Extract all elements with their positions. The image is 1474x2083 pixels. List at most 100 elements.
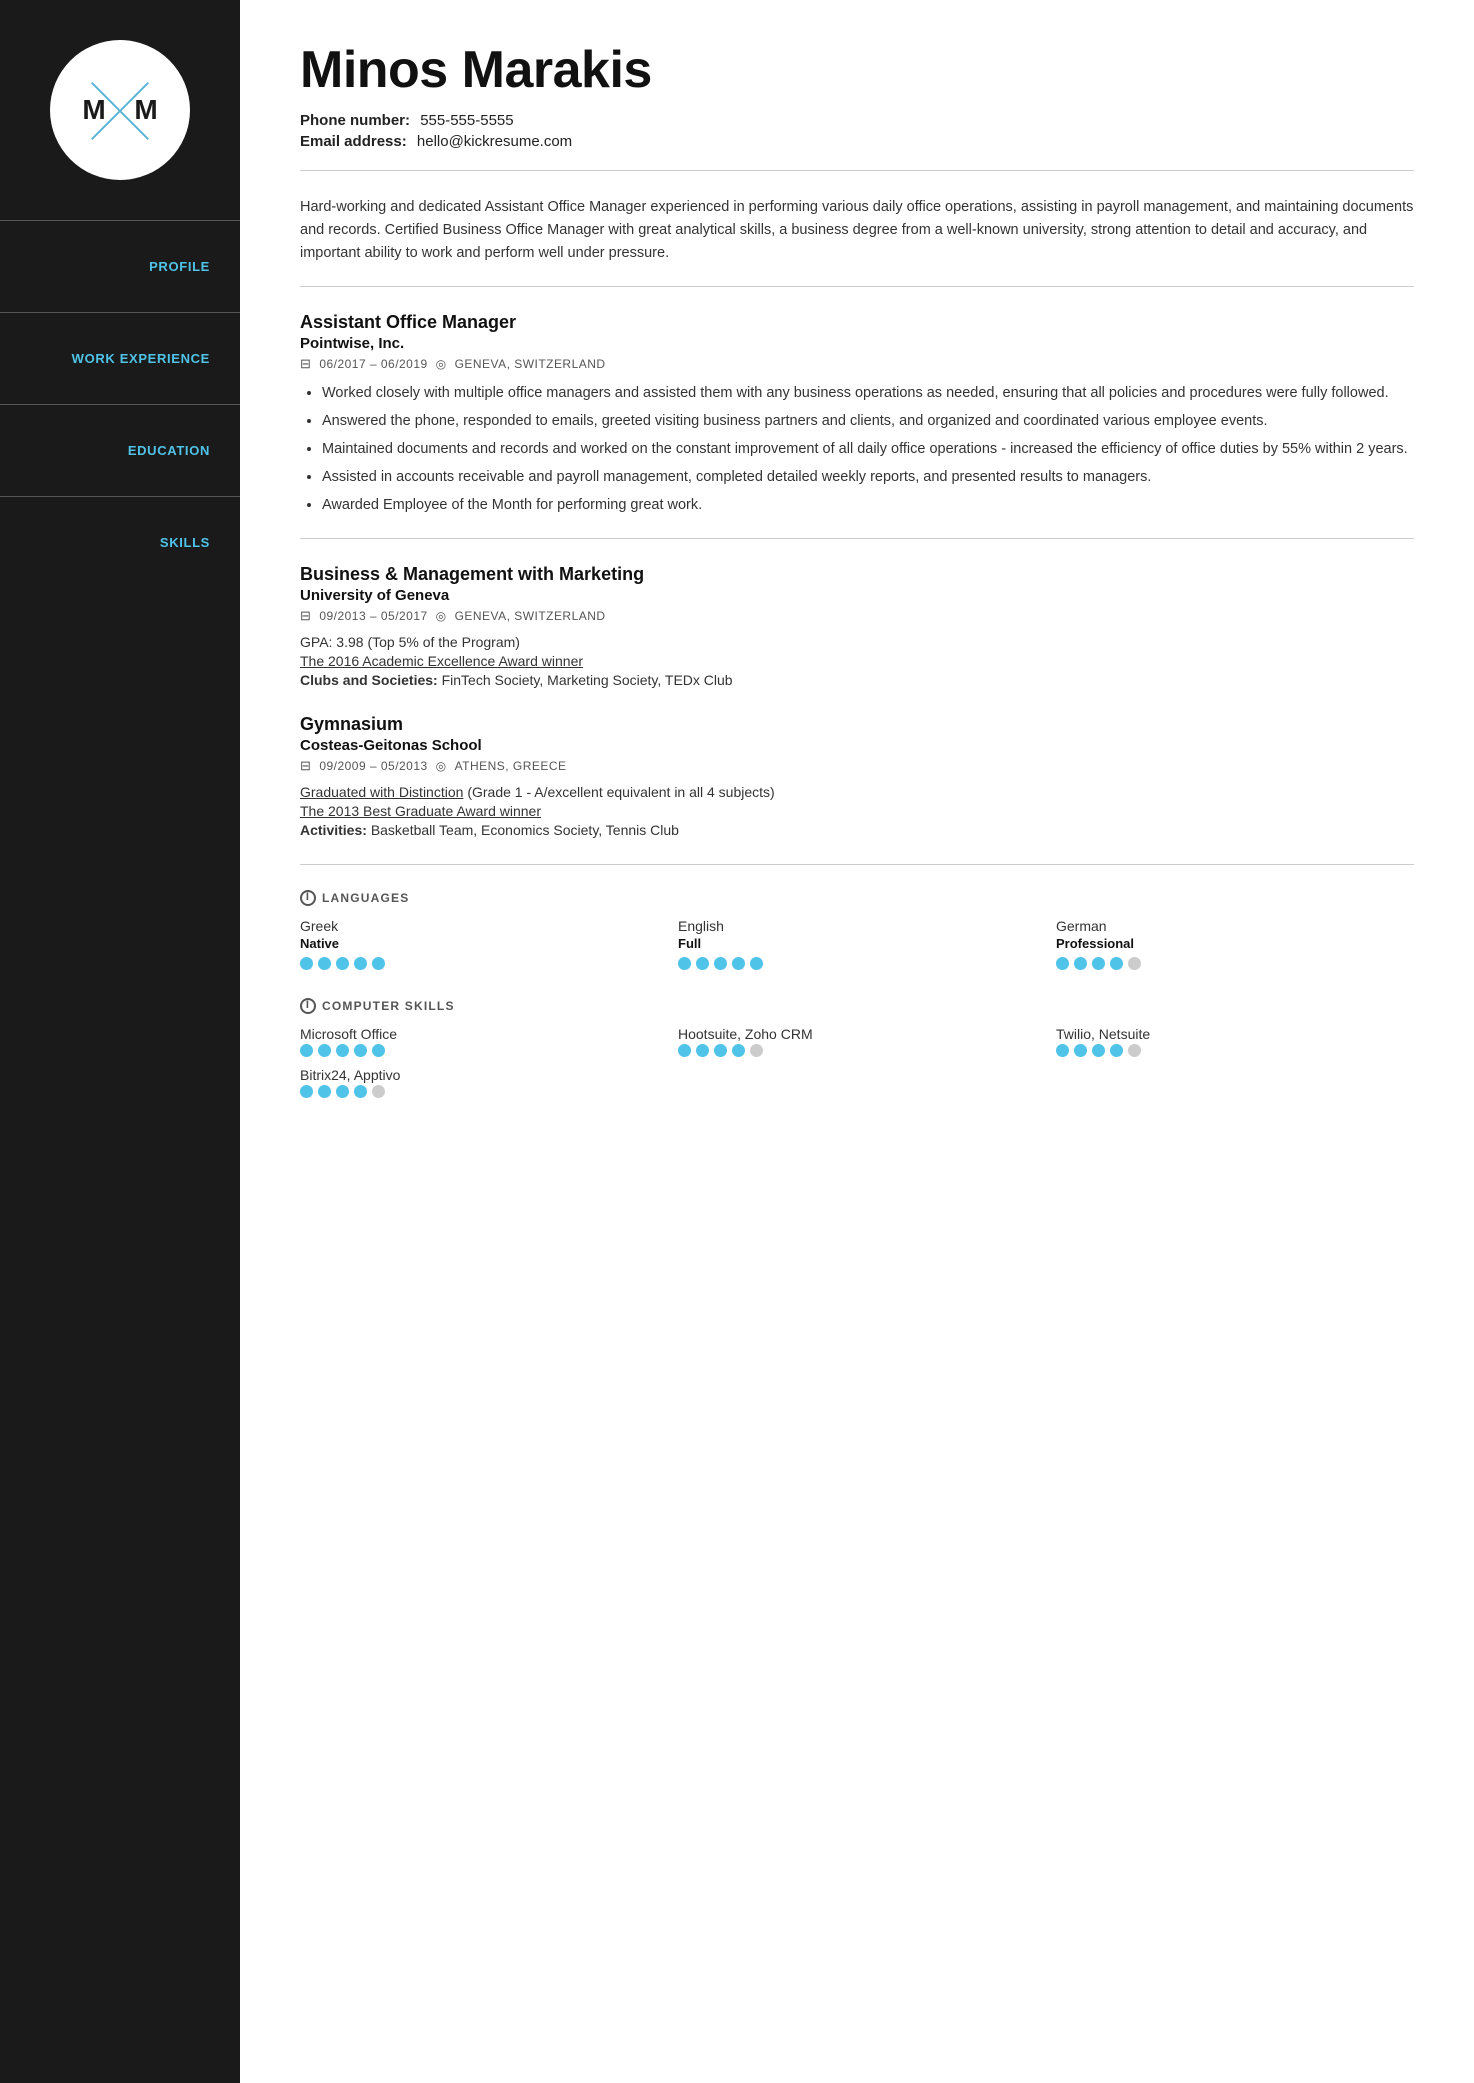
initial-m-right: M bbox=[134, 94, 157, 126]
skill-german: German Professional bbox=[1056, 918, 1414, 970]
edu-graduated-2: Graduated with Distinction (Grade 1 - A/… bbox=[300, 784, 1414, 800]
sidebar-education-label: EDUCATION bbox=[128, 425, 210, 476]
phone-row: Phone number: 555-555-5555 bbox=[300, 112, 1414, 129]
bitrix-row: Bitrix24, Apptivo bbox=[300, 1067, 1414, 1103]
profile-content: Hard-working and dedicated Assistant Off… bbox=[300, 191, 1414, 266]
activities-value-2: Basketball Team, Economics Society, Tenn… bbox=[371, 822, 679, 838]
job-meta-1: ⊟ 06/2017 – 06/2019 ◎ GENEVA, SWITZERLAN… bbox=[300, 356, 1414, 372]
clubs-value-1: FinTech Society, Marketing Society, TEDx… bbox=[442, 672, 733, 688]
dot bbox=[354, 1085, 367, 1098]
skill-twilio: Twilio, Netsuite bbox=[1056, 1026, 1414, 1057]
skill-german-dots bbox=[1056, 957, 1414, 970]
bullet-1-1: Worked closely with multiple office mana… bbox=[322, 382, 1414, 405]
sidebar-profile-label: PROFILE bbox=[149, 241, 210, 292]
dot bbox=[732, 1044, 745, 1057]
dot bbox=[714, 957, 727, 970]
dot bbox=[1092, 957, 1105, 970]
languages-grid: Greek Native Engli bbox=[300, 918, 1414, 970]
edu-location-1: GENEVA, SWITZERLAND bbox=[455, 609, 606, 623]
sidebar-skills-label: SKILLS bbox=[160, 517, 210, 568]
edu-degree-1: Business & Management with Marketing bbox=[300, 564, 1414, 585]
computer-skills-category: i COMPUTER SKILLS Microsoft Office bbox=[300, 998, 1414, 1103]
calendar-icon-1: ⊟ bbox=[300, 356, 311, 372]
languages-label: LANGUAGES bbox=[322, 891, 409, 905]
calendar-icon-edu-2: ⊟ bbox=[300, 758, 311, 774]
dot bbox=[318, 957, 331, 970]
skill-english-level: Full bbox=[678, 936, 1036, 951]
avatar: M M bbox=[50, 40, 190, 180]
edu-date-1: 09/2013 – 05/2017 bbox=[319, 609, 427, 623]
dot bbox=[372, 1085, 385, 1098]
profile-text: Hard-working and dedicated Assistant Off… bbox=[300, 196, 1414, 266]
calendar-icon-edu-1: ⊟ bbox=[300, 608, 311, 624]
education-section: Business & Management with Marketing Uni… bbox=[300, 559, 1414, 838]
edu-activities-2: Activities: Basketball Team, Economics S… bbox=[300, 822, 1414, 838]
dot bbox=[696, 957, 709, 970]
job-block-1: Assistant Office Manager Pointwise, Inc.… bbox=[300, 312, 1414, 518]
languages-title: i LANGUAGES bbox=[300, 890, 1414, 906]
sidebar-work-label: WORK EXPERIENCE bbox=[72, 333, 210, 384]
skill-twilio-dots bbox=[1056, 1044, 1414, 1057]
dot bbox=[750, 957, 763, 970]
skill-hootsuite-dots bbox=[678, 1044, 1036, 1057]
resume-container: M M PROFILE WORK EXPERIENCE EDUCATION SK… bbox=[0, 0, 1474, 2083]
computer-skills-title: i COMPUTER SKILLS bbox=[300, 998, 1414, 1014]
skills-section: i LANGUAGES Greek Native bbox=[300, 885, 1414, 1103]
dot bbox=[732, 957, 745, 970]
divider-3 bbox=[300, 538, 1414, 539]
dot bbox=[1074, 957, 1087, 970]
location-pin-icon-1: ◎ bbox=[436, 357, 447, 371]
company-name-1: Pointwise, Inc. bbox=[300, 335, 1414, 352]
dot bbox=[696, 1044, 709, 1057]
email-row: Email address: hello@kickresume.com bbox=[300, 133, 1414, 150]
sidebar-work-section: WORK EXPERIENCE bbox=[0, 312, 240, 404]
dot bbox=[318, 1044, 331, 1057]
divider-2 bbox=[300, 286, 1414, 287]
skills-content: i LANGUAGES Greek Native bbox=[300, 885, 1414, 1103]
dot bbox=[714, 1044, 727, 1057]
phone-label: Phone number: bbox=[300, 112, 410, 129]
dot bbox=[678, 957, 691, 970]
edu-award-1: The 2016 Academic Excellence Award winne… bbox=[300, 653, 1414, 669]
activities-label-2: Activities: bbox=[300, 822, 367, 838]
main-content: Minos Marakis Phone number: 555-555-5555… bbox=[240, 0, 1474, 2083]
skill-greek-level: Native bbox=[300, 936, 658, 951]
dot bbox=[1056, 1044, 1069, 1057]
initial-m-left: M bbox=[82, 94, 105, 126]
skill-msoffice-name: Microsoft Office bbox=[300, 1026, 658, 1042]
contact-info: Phone number: 555-555-5555 Email address… bbox=[300, 112, 1414, 150]
dot bbox=[300, 1085, 313, 1098]
dot bbox=[354, 957, 367, 970]
bullet-1-5: Awarded Employee of the Month for perfor… bbox=[322, 494, 1414, 517]
sidebar: M M PROFILE WORK EXPERIENCE EDUCATION SK… bbox=[0, 0, 240, 2083]
avatar-initials: M M bbox=[50, 94, 190, 126]
edu-school-2: Costeas-Geitonas School bbox=[300, 737, 1414, 754]
job-date-1: 06/2017 – 06/2019 bbox=[319, 357, 427, 371]
skill-greek-name: Greek bbox=[300, 918, 658, 934]
dot bbox=[1110, 957, 1123, 970]
edu-school-1: University of Geneva bbox=[300, 587, 1414, 604]
skill-hootsuite-name: Hootsuite, Zoho CRM bbox=[678, 1026, 1036, 1042]
dot bbox=[1092, 1044, 1105, 1057]
skill-german-name: German bbox=[1056, 918, 1414, 934]
dot bbox=[318, 1085, 331, 1098]
dot bbox=[300, 1044, 313, 1057]
edu-block-2: Gymnasium Costeas-Geitonas School ⊟ 09/2… bbox=[300, 714, 1414, 838]
dot bbox=[372, 957, 385, 970]
dot bbox=[336, 957, 349, 970]
edu-block-1: Business & Management with Marketing Uni… bbox=[300, 564, 1414, 688]
work-content: Assistant Office Manager Pointwise, Inc.… bbox=[300, 307, 1414, 518]
email-value: hello@kickresume.com bbox=[417, 133, 572, 150]
location-pin-icon-edu-2: ◎ bbox=[436, 759, 447, 773]
edu-meta-1: ⊟ 09/2013 – 05/2017 ◎ GENEVA, SWITZERLAN… bbox=[300, 608, 1414, 624]
computer-skills-label: COMPUTER SKILLS bbox=[322, 999, 455, 1013]
edu-gpa-1: GPA: 3.98 (Top 5% of the Program) bbox=[300, 634, 1414, 650]
edu-award-2: The 2013 Best Graduate Award winner bbox=[300, 803, 1414, 819]
job-bullets-1: Worked closely with multiple office mana… bbox=[300, 382, 1414, 518]
skill-hootsuite: Hootsuite, Zoho CRM bbox=[678, 1026, 1036, 1057]
location-pin-icon-edu-1: ◎ bbox=[436, 609, 447, 623]
skill-english: English Full bbox=[678, 918, 1036, 970]
skill-german-level: Professional bbox=[1056, 936, 1414, 951]
dot bbox=[354, 1044, 367, 1057]
skill-msoffice-dots bbox=[300, 1044, 658, 1057]
